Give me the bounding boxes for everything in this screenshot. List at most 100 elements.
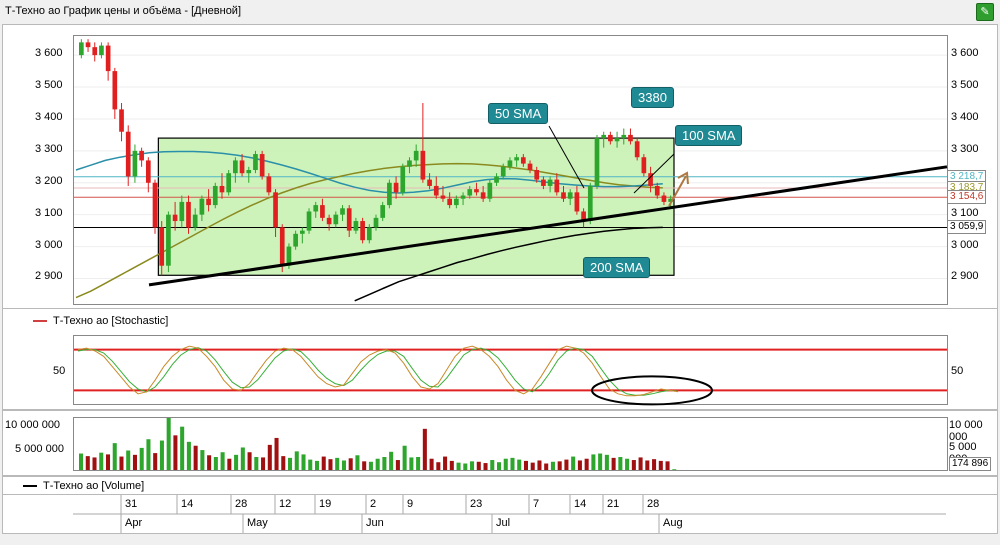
volume-bar <box>180 426 185 470</box>
sma200-callout: 200 SMA <box>583 257 651 278</box>
candle-body <box>166 214 171 266</box>
stochastic-legend-label: Т-Техно ао [Stochastic] <box>53 315 169 327</box>
volume-chart-svg <box>79 418 677 470</box>
candle-body <box>467 189 473 196</box>
price-y-tick-left: 3 100 <box>35 206 63 219</box>
day-label: 28 <box>235 498 248 510</box>
volume-bar <box>638 457 643 470</box>
month-label: May <box>247 517 268 529</box>
volume-bar <box>126 450 131 470</box>
volume-bar <box>85 456 90 470</box>
volume-bar <box>166 418 171 470</box>
volume-bar <box>99 452 104 470</box>
volume-bar <box>200 450 205 470</box>
candle-body <box>246 170 252 174</box>
candle-body <box>594 138 600 186</box>
candle-body <box>554 179 560 193</box>
candle-body <box>587 185 593 222</box>
price-y-tick-right: 3 600 <box>951 47 979 60</box>
volume-bar <box>159 440 164 470</box>
volume-bar <box>470 461 475 470</box>
candle-body <box>634 141 640 158</box>
price-y-tick-left: 3 500 <box>35 79 63 92</box>
volume-bar <box>92 457 97 470</box>
volume-legend-label: Т-Техно ао [Volume] <box>43 480 145 492</box>
day-label: 2 <box>370 498 377 510</box>
day-label: 28 <box>647 498 660 510</box>
volume-bar <box>658 460 663 470</box>
volume-bar <box>213 457 218 470</box>
candle-body <box>440 195 446 199</box>
candle-body <box>574 192 580 212</box>
candle-body <box>313 205 319 212</box>
volume-bar <box>389 451 394 470</box>
candle-body <box>346 208 352 231</box>
volume-bar <box>571 456 576 470</box>
volume-bar <box>368 461 373 470</box>
candle-body <box>293 233 298 247</box>
volume-bar <box>220 452 225 470</box>
volume-bar <box>449 460 454 470</box>
day-label: 12 <box>279 498 292 510</box>
volume-bar <box>261 457 266 470</box>
volume-bar <box>618 457 623 470</box>
candle-body <box>628 134 633 142</box>
stochastic-d-line <box>77 347 679 396</box>
volume-y-tick-left-10m: 10 000 000 <box>5 419 61 431</box>
candle-body <box>413 150 419 161</box>
candle-body <box>340 208 345 215</box>
volume-bar <box>382 457 387 470</box>
candle-body <box>239 160 245 174</box>
volume-bar <box>557 461 562 470</box>
level-callout: 3380 <box>631 87 674 108</box>
candle-body <box>420 150 426 180</box>
price-y-tick-right: 3 500 <box>951 79 979 92</box>
volume-bar <box>564 459 569 470</box>
candle-body <box>226 173 232 193</box>
price-chart-svg <box>74 39 948 302</box>
candle-body <box>567 192 573 199</box>
volume-bar <box>301 454 306 470</box>
candle-body <box>99 45 104 56</box>
price-y-tick-left: 2 900 <box>35 270 63 283</box>
stochastic-chart-svg <box>74 345 947 406</box>
candle-body <box>333 214 339 225</box>
volume-bar <box>362 461 367 470</box>
price-plot-area[interactable] <box>73 35 948 305</box>
volume-bar <box>422 428 427 470</box>
volume-legend: Т-Техно ао [Volume] <box>23 480 144 492</box>
candle-body <box>527 163 533 170</box>
stochastic-plot-area[interactable] <box>73 335 948 406</box>
volume-bar <box>652 459 657 470</box>
day-label: 19 <box>319 498 332 510</box>
chart-app-icon[interactable]: ✎ <box>976 3 994 21</box>
candle-body <box>172 214 178 222</box>
candle-body <box>541 179 546 186</box>
month-label: Apr <box>125 517 143 529</box>
volume-bar <box>591 454 596 470</box>
volume-y-tick-right-10m: 10 000 000 <box>949 419 983 443</box>
volume-bar <box>139 447 144 470</box>
candle-body <box>192 214 198 228</box>
candle-body <box>320 205 325 218</box>
volume-bar <box>247 452 252 470</box>
candle-body <box>487 182 493 199</box>
volume-bar <box>598 453 603 470</box>
volume-bar <box>530 462 535 470</box>
candle-body <box>433 185 439 196</box>
volume-bar <box>409 457 414 470</box>
day-label: 14 <box>181 498 194 510</box>
candle-body <box>400 166 406 193</box>
volume-bar <box>544 463 549 470</box>
stochastic-y-tick-left: 50 <box>53 365 66 377</box>
candle-body <box>306 211 312 231</box>
price-y-tick-right: 3 100 <box>951 206 979 219</box>
volume-bar <box>314 460 320 470</box>
volume-bar <box>443 456 448 470</box>
time-axis[interactable]: 31 14 28 12 19 2 9 23 7 14 21 28 Apr May Jun Jul Aug <box>2 494 998 534</box>
candle-body <box>621 134 627 139</box>
volume-plot-area[interactable] <box>73 417 948 471</box>
volume-bar <box>267 444 272 470</box>
candle-body <box>520 157 526 164</box>
volume-bar <box>186 441 191 470</box>
